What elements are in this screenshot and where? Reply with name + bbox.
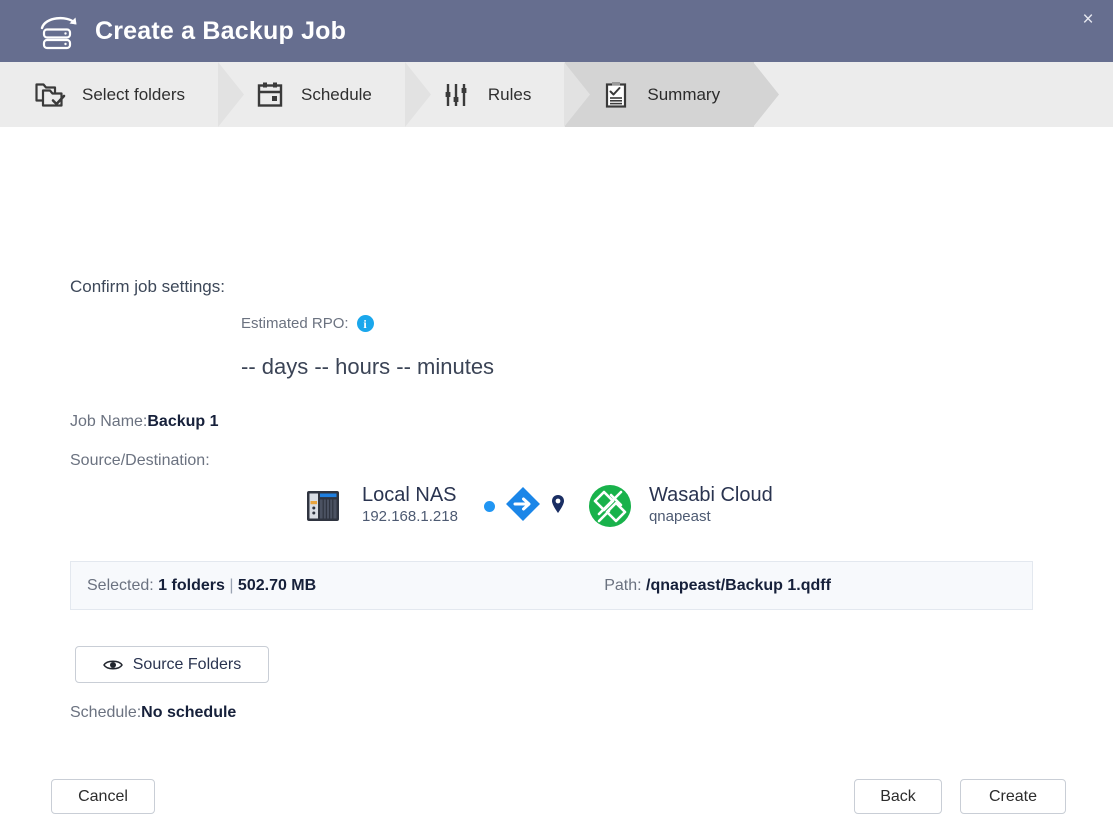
selected-folders-value: 1 folders [158,576,225,594]
source-folders-button-label: Source Folders [132,655,242,673]
estimated-rpo-value: -- days -- hours -- minutes [241,354,495,379]
tab-schedule[interactable]: Schedule [219,62,431,127]
arrow-right-diamond-icon [504,485,542,528]
job-name-row: Job Name:Backup 1 [70,413,219,431]
schedule-value: No schedule [141,704,237,721]
path-summary: Path: /qnapeast/Backup 1.qdff [604,577,831,595]
destination-endpoint: Wasabi Cloud qnapeast [587,483,773,529]
source-destination-label: Source/Destination: [70,452,210,469]
source-destination-row: Local NAS 192.168.1.218 Wasabi Cloud qna… [300,483,773,529]
estimated-rpo-label: Estimated RPO: [241,315,349,332]
source-address: 192.168.1.218 [362,508,458,526]
selected-size-value: 502.70 MB [237,576,317,594]
eye-icon [102,658,123,672]
page-title: Confirm job settings: [70,277,225,296]
destination-endpoint-text: Wasabi Cloud qnapeast [649,484,773,527]
summary-panel: Confirm job settings: Estimated RPO: i -… [0,127,1113,814]
schedule-row: Schedule:No schedule [70,704,236,722]
tab-label: Summary [647,84,721,104]
tab-chevron-icon [753,62,780,127]
schedule-label: Schedule: [70,704,142,721]
close-icon[interactable]: × [1071,4,1105,34]
estimated-rpo-row: Estimated RPO: i [241,315,374,332]
source-name: Local NAS [362,484,457,507]
sliders-icon [440,80,474,110]
selected-label: Selected: [87,576,154,594]
wasabi-cloud-icon [587,483,633,529]
back-button[interactable]: Back [854,779,942,814]
selected-summary: Selected: 1 folders | 502.70 MB [87,577,316,595]
window-titlebar: Create a Backup Job × [0,0,1113,62]
tab-label: Schedule [301,84,372,104]
tab-label: Rules [487,84,532,104]
cancel-button[interactable]: Cancel [51,779,155,814]
tab-select-folders[interactable]: Select folders [0,62,244,127]
tab-summary[interactable]: Summary [565,62,780,127]
nas-backup-icon [35,11,81,51]
create-button[interactable]: Create [960,779,1066,814]
nas-device-icon [300,483,346,529]
clipboard-check-icon [599,80,633,110]
selected-separator: | [229,576,234,594]
source-endpoint: Local NAS 192.168.1.218 [300,483,458,529]
source-endpoint-text: Local NAS 192.168.1.218 [362,484,458,527]
window-title: Create a Backup Job [95,16,347,45]
destination-bucket: qnapeast [648,508,711,526]
tab-rules[interactable]: Rules [406,62,591,127]
selection-summary-bar: Selected: 1 folders | 502.70 MB Path: /q… [70,561,1033,610]
map-pin-icon [551,494,565,519]
flow-dot-icon [483,500,495,512]
destination-name: Wasabi Cloud [648,484,773,507]
folders-check-icon [34,80,68,110]
info-icon[interactable]: i [356,315,374,332]
job-name-label: Job Name: [70,413,148,430]
job-name-value: Backup 1 [147,413,219,430]
source-folders-button[interactable]: Source Folders [75,646,269,683]
wizard-step-bar: Select folders Schedule Rules Summary [0,62,1113,127]
calendar-icon [253,80,287,110]
tab-label: Select folders [82,84,185,104]
path-label: Path: [604,576,642,594]
path-value: /qnapeast/Backup 1.qdff [646,576,831,594]
transfer-flow-indicator [483,485,565,528]
